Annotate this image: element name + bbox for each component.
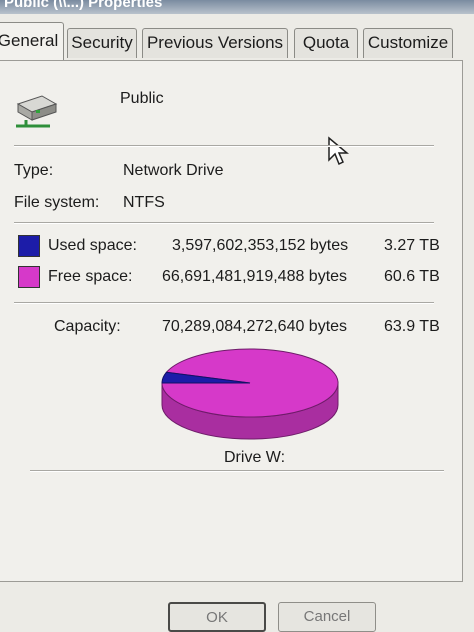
pie-chart-caption: Drive W:	[224, 449, 286, 466]
ok-button[interactable]: OK	[168, 602, 266, 632]
type-value: Network Drive	[123, 162, 224, 179]
file-system-label: File system:	[14, 194, 100, 211]
mouse-pointer-icon	[328, 136, 349, 166]
file-system-value: NTFS	[123, 194, 165, 211]
tab-quota[interactable]: Quota	[294, 28, 358, 58]
free-space-label: Free space:	[48, 268, 133, 285]
tab-strip: General Security Previous Versions Quota…	[0, 22, 474, 62]
tab-customize[interactable]: Customize	[363, 28, 453, 58]
divider	[14, 222, 434, 224]
capacity-label: Capacity:	[54, 318, 121, 335]
drive-name: Public	[120, 90, 164, 107]
used-space-bytes: 3,597,602,353,152 bytes	[172, 237, 349, 254]
used-space-label: Used space:	[48, 237, 137, 254]
divider	[14, 302, 434, 304]
used-space-swatch	[18, 235, 40, 257]
used-space-size: 3.27 TB	[384, 237, 440, 254]
cancel-button[interactable]: Cancel	[278, 602, 376, 632]
network-drive-icon	[16, 95, 58, 128]
window-title: Public (\\...) Properties	[4, 0, 163, 11]
tab-general[interactable]: General	[0, 22, 64, 60]
capacity-size: 63.9 TB	[384, 318, 440, 335]
free-space-bytes: 66,691,481,919,488 bytes	[162, 268, 348, 285]
divider	[30, 470, 444, 472]
capacity-bytes: 70,289,084,272,640 bytes	[162, 318, 348, 335]
tab-previous-versions[interactable]: Previous Versions	[142, 28, 288, 58]
divider	[14, 145, 434, 147]
free-space-size: 60.6 TB	[384, 268, 440, 285]
window-title-bar[interactable]: Public (\\...) Properties	[0, 0, 474, 14]
type-label: Type:	[14, 162, 54, 179]
tab-security[interactable]: Security	[67, 28, 137, 58]
disk-usage-pie-chart	[161, 348, 339, 440]
free-space-swatch	[18, 266, 40, 288]
